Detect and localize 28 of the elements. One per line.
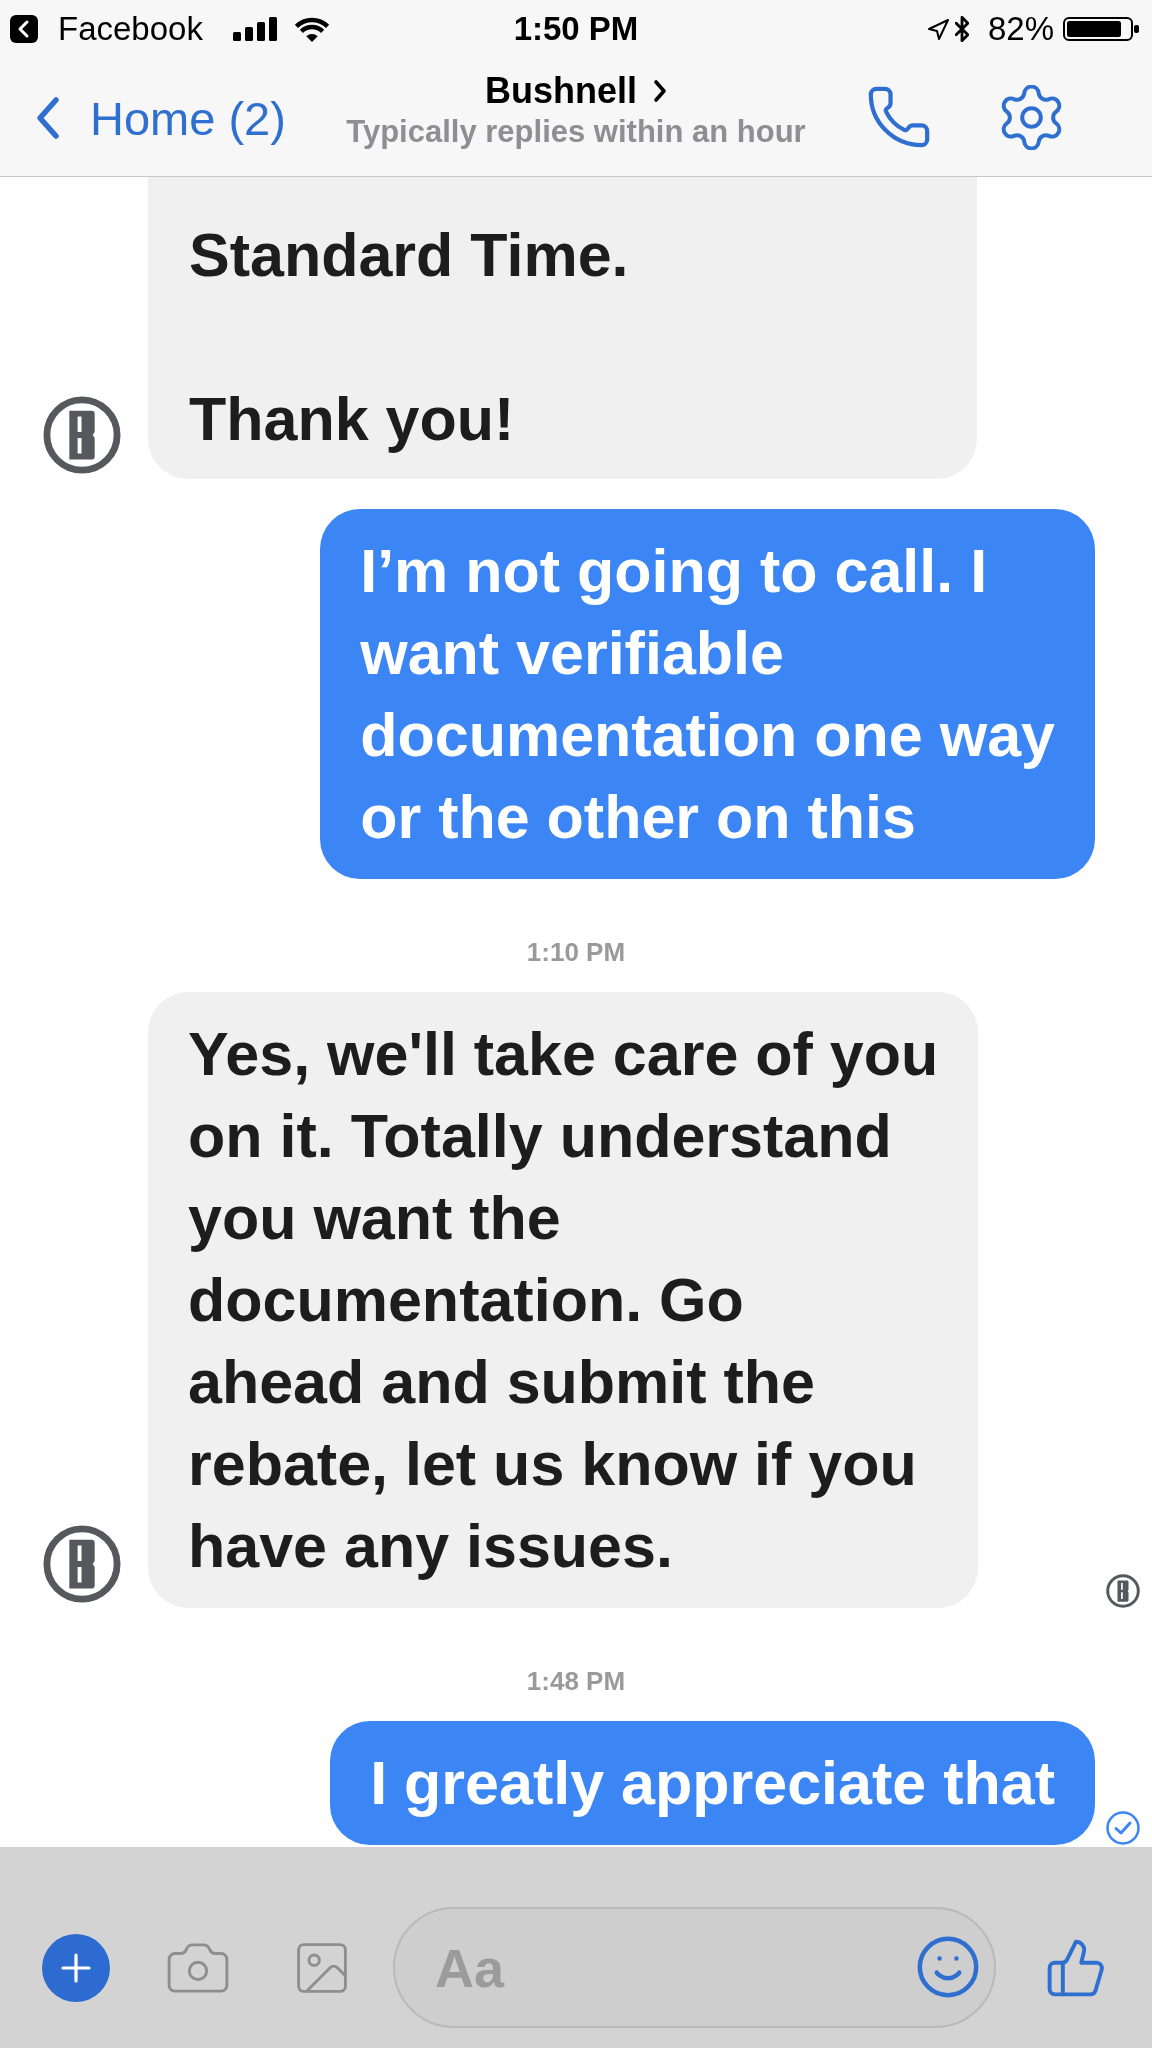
contact-status: Typically replies within an hour: [346, 113, 806, 151]
phone-icon[interactable]: [868, 86, 930, 148]
bluetooth-icon: [954, 16, 969, 42]
camera-icon[interactable]: [166, 1941, 230, 1994]
outgoing-message-bubble: I’m not going to call. I want verifiable documentation one way or the other on this: [320, 509, 1095, 879]
back-button[interactable]: Home (2): [36, 90, 286, 146]
back-to-app-button[interactable]: Facebook: [10, 10, 203, 48]
avatar-logo-icon: [43, 1525, 121, 1603]
incoming-message-bubble: Yes, we'll take care of you on it. Totally understand you want the documentation. Go ahead and submit the rebate, let us know if you have any issues.: [148, 992, 979, 1608]
battery-percent: 82%: [987, 10, 1054, 48]
image-icon[interactable]: [296, 1941, 348, 1994]
location-arrow-icon: [927, 18, 949, 40]
signal-icon: [232, 17, 277, 41]
timestamp: 1:10 PM: [526, 936, 626, 969]
settings-icon[interactable]: [999, 84, 1064, 150]
wifi-icon: [293, 16, 330, 42]
plus-circle-icon[interactable]: [42, 1933, 110, 2002]
timestamp: 1:48 PM: [526, 1665, 626, 1698]
outgoing-message-bubble: I greatly appreciate that: [330, 1721, 1095, 1845]
avatar-logo-icon: [43, 396, 121, 474]
battery-icon: [1063, 17, 1139, 41]
incoming-message-bubble: Standard Time. Thank you!: [148, 177, 977, 479]
thumbs-up-icon[interactable]: [1047, 1938, 1105, 1997]
contact-name-button[interactable]: Bushnell: [485, 69, 667, 113]
chevron-right-icon: [653, 79, 667, 103]
status-time: 1:50 PM: [513, 10, 639, 48]
chevron-left-icon: [36, 96, 60, 140]
smiley-icon[interactable]: [917, 1936, 979, 1998]
